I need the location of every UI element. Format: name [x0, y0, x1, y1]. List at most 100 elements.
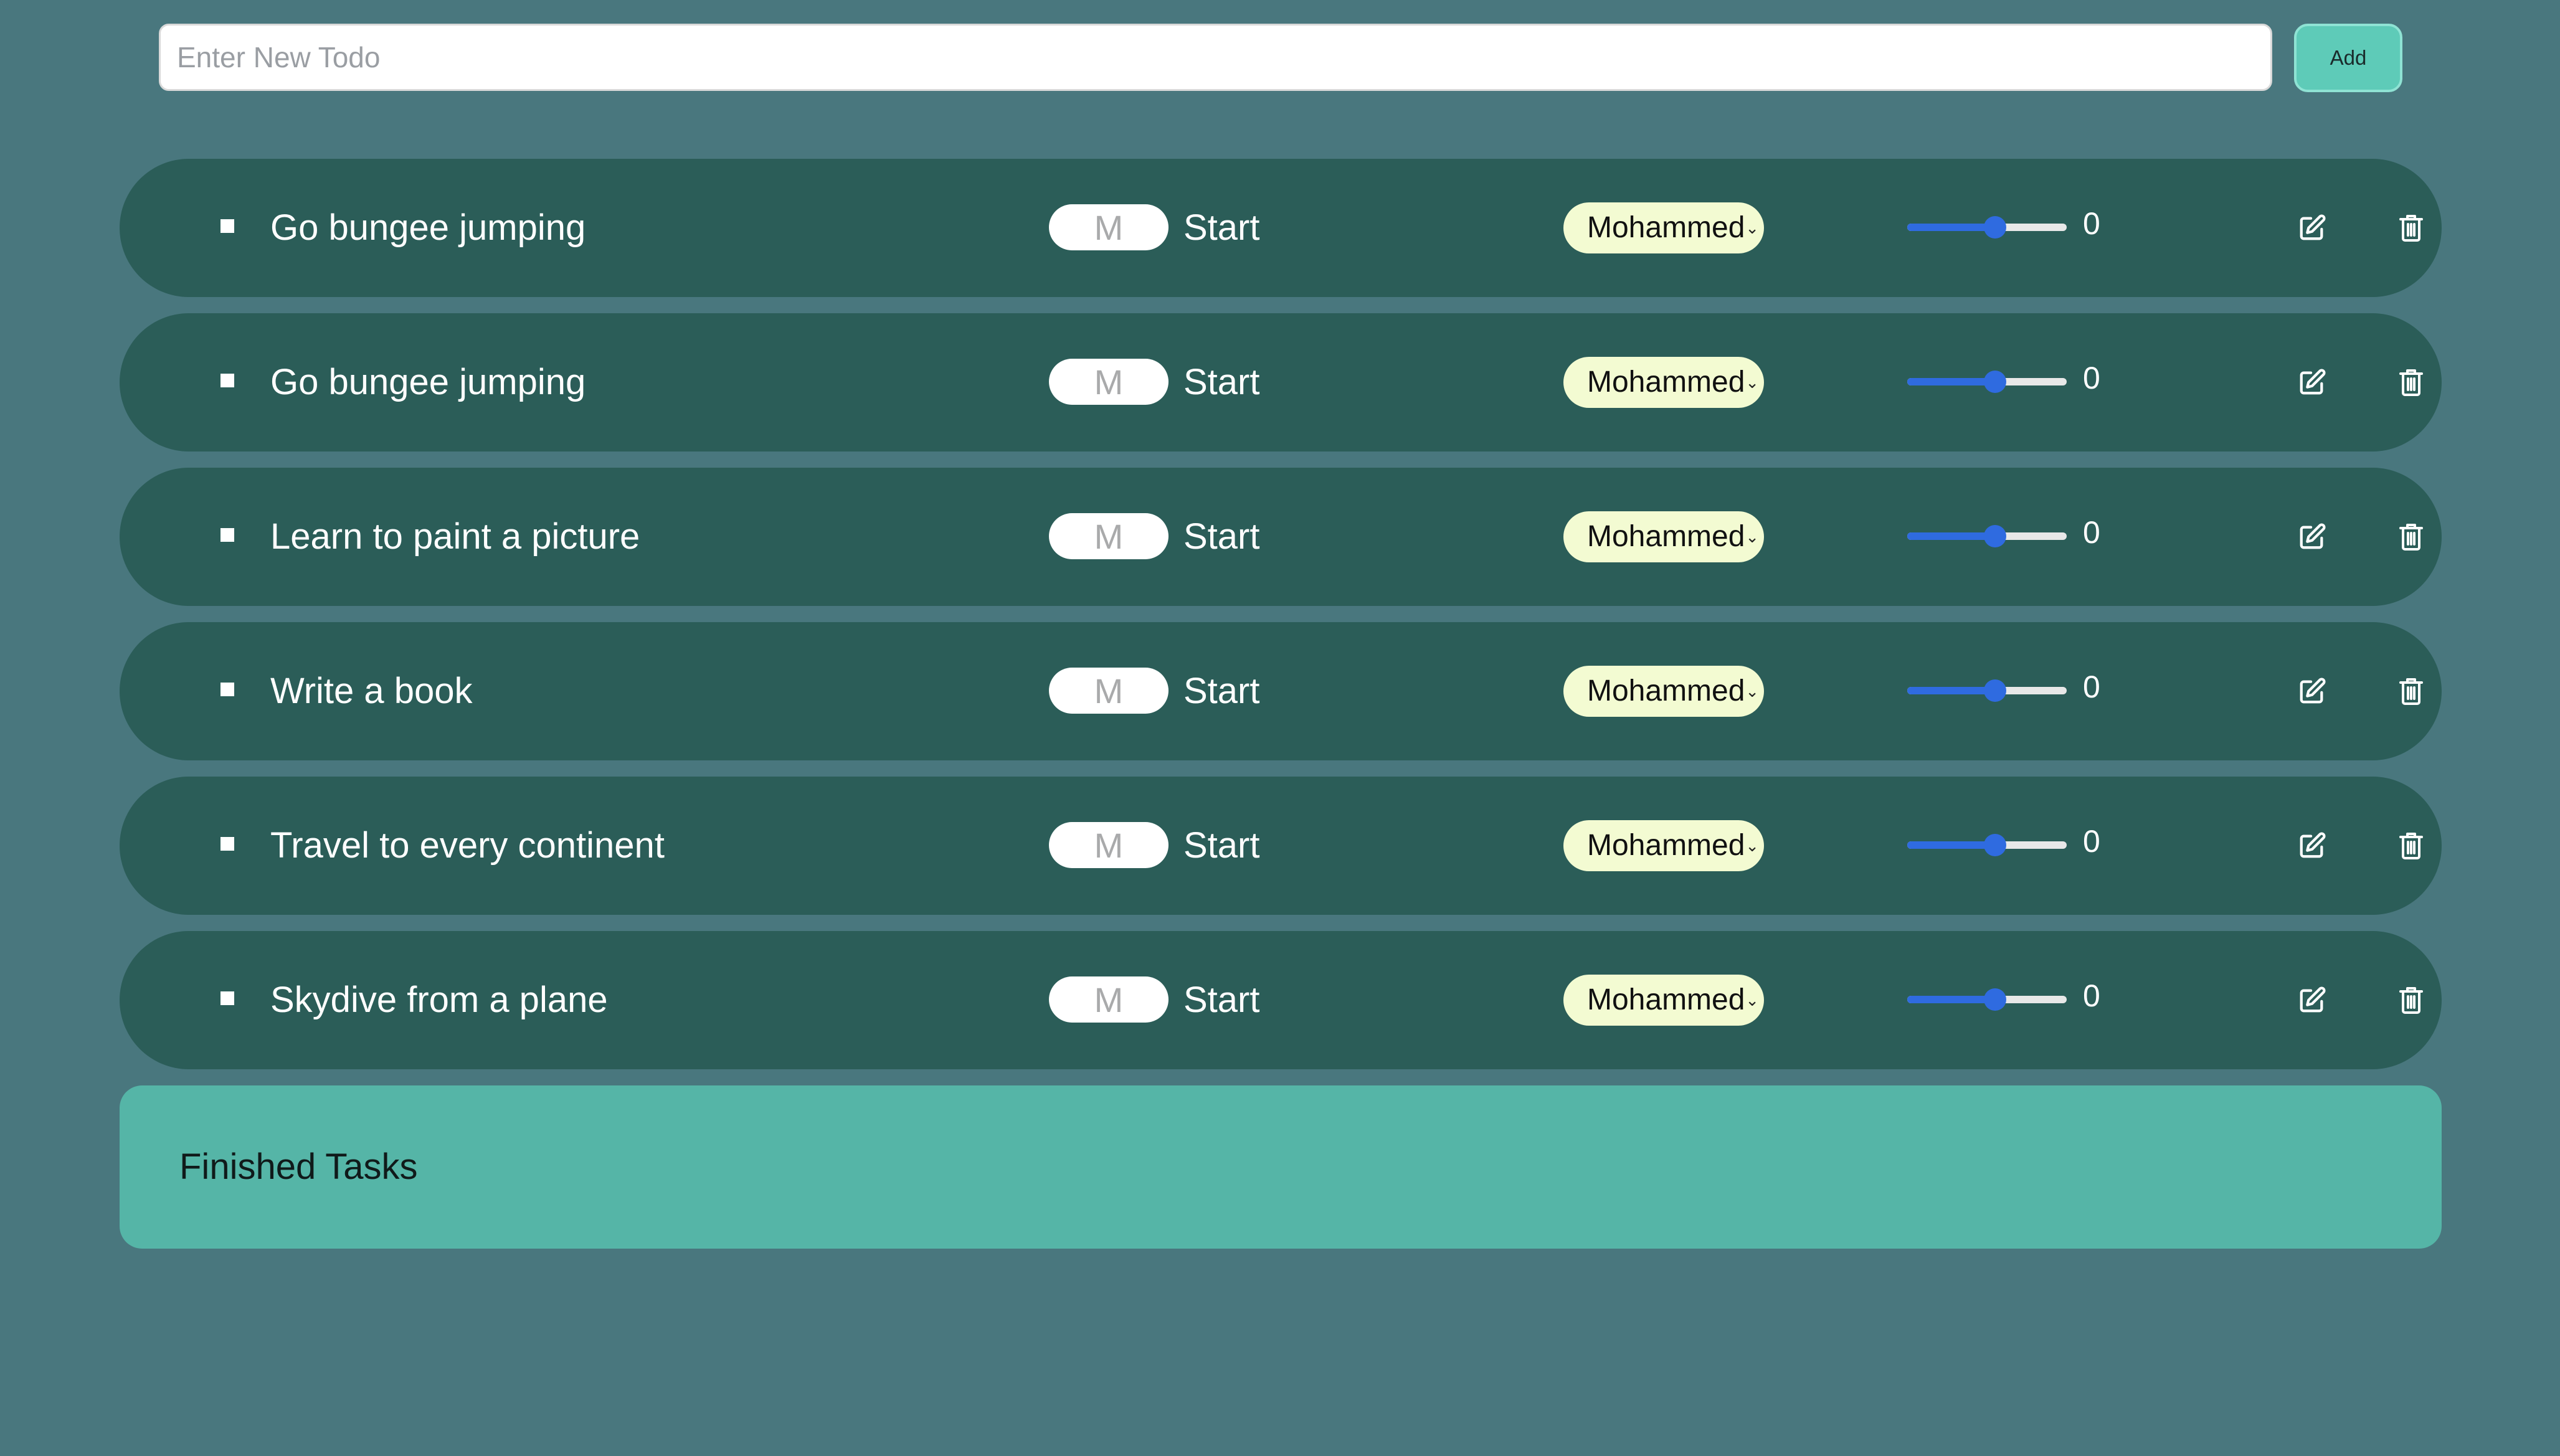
assignee-value: Mohammed — [1587, 520, 1745, 553]
assignee-select[interactable]: Mohammed ⌄ — [1563, 975, 1764, 1026]
progress-slider[interactable] — [1907, 216, 2067, 239]
trash-icon — [2399, 215, 2423, 242]
trash-icon — [2399, 833, 2423, 859]
todo-title: Travel to every continent — [270, 825, 665, 866]
delete-button[interactable] — [2396, 985, 2427, 1016]
time-input[interactable] — [1049, 822, 1169, 868]
time-input[interactable] — [1049, 513, 1169, 559]
trash-icon — [2399, 987, 2423, 1014]
edit-icon — [2300, 678, 2326, 704]
todo-row: Skydive from a plane Start Mohammed ⌄ 0 — [120, 931, 2442, 1069]
todo-title: Go bungee jumping — [270, 362, 586, 402]
start-button[interactable]: Start — [1183, 622, 1260, 760]
assignee-select[interactable]: Mohammed ⌄ — [1563, 511, 1764, 562]
edit-icon — [2300, 523, 2326, 549]
start-button[interactable]: Start — [1183, 931, 1260, 1069]
start-button[interactable]: Start — [1183, 159, 1260, 297]
slider-thumb[interactable] — [1984, 216, 2006, 239]
progress-slider[interactable] — [1907, 371, 2067, 393]
edit-icon — [2300, 832, 2326, 858]
slider-fill — [1907, 378, 1995, 385]
slider-fill — [1907, 532, 1995, 540]
todo-title: Write a book — [270, 671, 473, 711]
todo-row: Travel to every continent Start Mohammed… — [120, 777, 2442, 915]
progress-slider[interactable] — [1907, 988, 2067, 1011]
edit-button[interactable] — [2297, 212, 2328, 243]
slider-value: 0 — [2083, 978, 2100, 1013]
slider-value: 0 — [2083, 361, 2100, 395]
edit-icon — [2300, 214, 2326, 240]
new-todo-input[interactable] — [159, 24, 2272, 91]
square-bullet-icon — [220, 991, 234, 1005]
todo-title: Learn to paint a picture — [270, 516, 640, 557]
todo-row: Go bungee jumping Start Mohammed ⌄ 0 — [120, 159, 2442, 297]
assignee-value: Mohammed — [1587, 211, 1745, 244]
edit-button[interactable] — [2297, 676, 2328, 707]
square-bullet-icon — [220, 528, 234, 542]
slider-thumb[interactable] — [1984, 371, 2006, 393]
trash-icon — [2399, 369, 2423, 396]
start-button[interactable]: Start — [1183, 777, 1260, 915]
chevron-down-icon: ⌄ — [1745, 527, 1759, 546]
finished-tasks-title: Finished Tasks — [179, 1146, 418, 1187]
slider-thumb[interactable] — [1984, 988, 2006, 1011]
assignee-value: Mohammed — [1587, 983, 1745, 1016]
slider-value: 0 — [2083, 824, 2100, 859]
assignee-value: Mohammed — [1587, 674, 1745, 707]
delete-button[interactable] — [2396, 830, 2427, 861]
assignee-select[interactable]: Mohammed ⌄ — [1563, 666, 1764, 717]
slider-value: 0 — [2083, 206, 2100, 241]
new-todo-bar: Add — [159, 24, 2402, 92]
square-bullet-icon — [220, 219, 234, 233]
slider-thumb[interactable] — [1984, 525, 2006, 547]
progress-slider[interactable] — [1907, 525, 2067, 547]
slider-fill — [1907, 687, 1995, 694]
delete-button[interactable] — [2396, 676, 2427, 707]
slider-value: 0 — [2083, 669, 2100, 704]
progress-slider[interactable] — [1907, 834, 2067, 856]
slider-value: 0 — [2083, 515, 2100, 550]
time-input[interactable] — [1049, 976, 1169, 1023]
edit-icon — [2300, 369, 2326, 395]
todo-row: Go bungee jumping Start Mohammed ⌄ 0 — [120, 313, 2442, 451]
chevron-down-icon: ⌄ — [1745, 219, 1759, 237]
square-bullet-icon — [220, 374, 234, 387]
trash-icon — [2399, 678, 2423, 705]
chevron-down-icon: ⌄ — [1745, 373, 1759, 392]
edit-button[interactable] — [2297, 985, 2328, 1016]
time-input[interactable] — [1049, 204, 1169, 250]
todo-title: Go bungee jumping — [270, 207, 586, 248]
edit-button[interactable] — [2297, 367, 2328, 398]
start-button[interactable]: Start — [1183, 468, 1260, 606]
todo-row: Write a book Start Mohammed ⌄ 0 — [120, 622, 2442, 760]
square-bullet-icon — [220, 837, 234, 851]
delete-button[interactable] — [2396, 212, 2427, 243]
square-bullet-icon — [220, 683, 234, 696]
delete-button[interactable] — [2396, 367, 2427, 398]
todo-row: Learn to paint a picture Start Mohammed … — [120, 468, 2442, 606]
chevron-down-icon: ⌄ — [1745, 682, 1759, 701]
trash-icon — [2399, 524, 2423, 551]
add-button[interactable]: Add — [2294, 24, 2402, 92]
slider-fill — [1907, 841, 1995, 849]
assignee-select[interactable]: Mohammed ⌄ — [1563, 357, 1764, 408]
assignee-select[interactable]: Mohammed ⌄ — [1563, 202, 1764, 253]
start-button[interactable]: Start — [1183, 313, 1260, 451]
chevron-down-icon: ⌄ — [1745, 836, 1759, 855]
slider-fill — [1907, 996, 1995, 1003]
assignee-value: Mohammed — [1587, 366, 1745, 399]
finished-tasks-panel: Finished Tasks — [120, 1085, 2442, 1249]
slider-thumb[interactable] — [1984, 679, 2006, 702]
time-input[interactable] — [1049, 668, 1169, 714]
slider-thumb[interactable] — [1984, 834, 2006, 856]
delete-button[interactable] — [2396, 521, 2427, 552]
chevron-down-icon: ⌄ — [1745, 991, 1759, 1009]
todo-list: Go bungee jumping Start Mohammed ⌄ 0 Go … — [120, 159, 2442, 1085]
assignee-value: Mohammed — [1587, 829, 1745, 862]
todo-title: Skydive from a plane — [270, 980, 608, 1020]
edit-button[interactable] — [2297, 521, 2328, 552]
time-input[interactable] — [1049, 359, 1169, 405]
edit-button[interactable] — [2297, 830, 2328, 861]
progress-slider[interactable] — [1907, 679, 2067, 702]
assignee-select[interactable]: Mohammed ⌄ — [1563, 820, 1764, 871]
